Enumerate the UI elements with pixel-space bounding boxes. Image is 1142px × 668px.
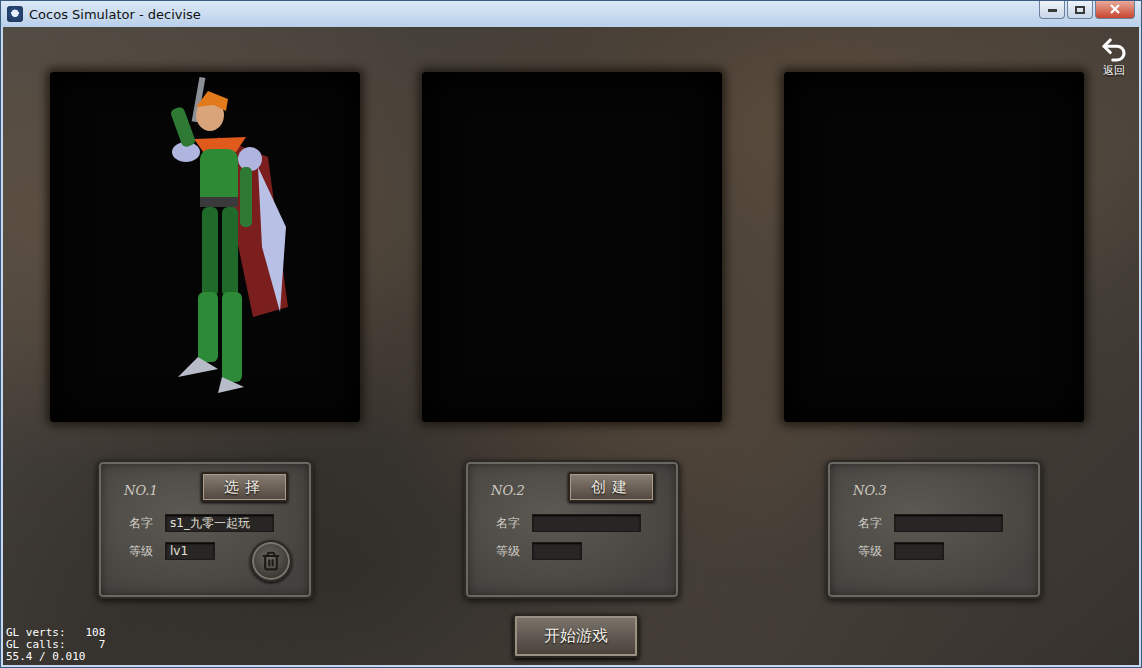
level-row: 等级lv1 (124, 542, 296, 582)
character-alcove[interactable] (784, 72, 1084, 422)
back-button[interactable]: 返回 (1099, 35, 1129, 78)
maximize-icon (1075, 6, 1085, 14)
character-alcove[interactable] (50, 72, 360, 422)
minimize-icon (1048, 8, 1057, 12)
window-controls (1039, 1, 1135, 19)
back-arrow-icon (1099, 35, 1129, 65)
level-label: 等级 (858, 542, 894, 560)
slot-panel: NO.1选择名字s1_九零一起玩等级lv1 (97, 460, 313, 599)
slot-row: NO.1选择名字s1_九零一起玩等级lv1NO.2创建名字等级NO.3名字等级 (3, 422, 1139, 599)
level-row: 等级 (853, 542, 1025, 560)
minimize-button[interactable] (1039, 1, 1065, 19)
slot-number: NO.3 (853, 477, 930, 498)
name-row: 名字 (491, 514, 663, 532)
close-icon (1110, 3, 1120, 16)
start-game-button[interactable]: 开始游戏 (513, 614, 639, 658)
delete-button[interactable] (250, 540, 292, 582)
character-select-scene: NO.1选择名字s1_九零一起玩等级lv1NO.2创建名字等级NO.3名字等级开… (3, 27, 1139, 665)
level-label: 等级 (496, 542, 532, 560)
level-field: lv1 (165, 542, 215, 560)
debug-stat-line: 55.4 / 0.010 (6, 651, 105, 663)
level-row: 等级 (491, 542, 663, 560)
start-row: 开始游戏 (3, 599, 1139, 658)
title-bar: Cocos Simulator - decivise (1, 1, 1141, 27)
maximize-button[interactable] (1067, 1, 1093, 19)
slot-header: NO.3 (853, 472, 1025, 502)
slot-header: NO.1选择 (124, 472, 296, 502)
name-label: 名字 (129, 514, 165, 532)
character-figure (158, 77, 298, 397)
debug-stat-line: GL calls: 7 (6, 639, 105, 651)
slot-panel: NO.3 名字等级 (826, 460, 1042, 599)
level-field (532, 542, 582, 560)
slot-action-button[interactable]: 创建 (568, 472, 655, 502)
trash-icon (261, 551, 281, 571)
debug-stat-line: GL verts: 108 (6, 627, 105, 639)
window-title: Cocos Simulator - decivise (29, 7, 1033, 22)
simulator-window: Cocos Simulator - deciviseNO.1选择名字s1_九零一… (0, 0, 1142, 668)
alcove-row (3, 27, 1139, 422)
name-field (894, 514, 1003, 532)
slot-number: NO.2 (491, 477, 568, 498)
slot-panel: NO.2创建名字等级 (464, 460, 680, 599)
slot-number: NO.1 (124, 477, 201, 498)
name-row: 名字 (853, 514, 1025, 532)
name-row: 名字s1_九零一起玩 (124, 514, 296, 532)
slot-header: NO.2创建 (491, 472, 663, 502)
level-label: 等级 (129, 542, 165, 560)
slot-action-button[interactable]: 选择 (201, 472, 288, 502)
name-label: 名字 (858, 514, 894, 532)
level-field (894, 542, 944, 560)
name-field: s1_九零一起玩 (165, 514, 274, 532)
name-label: 名字 (496, 514, 532, 532)
back-label: 返回 (1103, 63, 1125, 78)
debug-stats: GL verts: 108GL calls: 755.4 / 0.010 (6, 627, 105, 663)
app-icon (7, 6, 23, 22)
close-button[interactable] (1095, 1, 1135, 19)
character-alcove[interactable] (422, 72, 722, 422)
name-field (532, 514, 641, 532)
